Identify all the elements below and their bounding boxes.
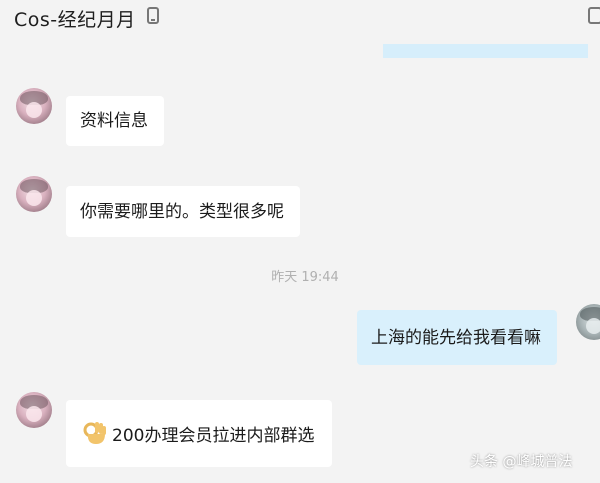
message-bubble-incoming[interactable]: 200办理会员拉进内部群选 (66, 400, 333, 467)
message-bubble-outgoing[interactable]: 上海的能先给我看看嘛 (357, 310, 557, 365)
contact-avatar[interactable] (16, 392, 52, 428)
contact-avatar[interactable] (16, 88, 52, 124)
chat-header: Cos-经纪月月 (0, 0, 600, 34)
timestamp-divider: 昨天 19:44 (271, 270, 339, 285)
watermark: 头条 @峰城普法 (470, 454, 573, 470)
more-icon[interactable] (588, 7, 600, 24)
message-text: 200办理会员拉进内部群选 (112, 426, 315, 446)
message-bubble-incoming[interactable]: 资料信息 (66, 96, 164, 146)
user-avatar[interactable] (576, 304, 600, 340)
phone-icon[interactable] (147, 7, 159, 24)
contact-name[interactable]: Cos-经纪月月 (14, 5, 136, 32)
message-text: 上海的能先给我看看嘛 (371, 328, 541, 348)
message-bubble-incoming[interactable]: 你需要哪里的。类型很多呢 (66, 186, 300, 237)
ok-hand-icon (83, 422, 106, 444)
contact-avatar[interactable] (16, 176, 52, 212)
outgoing-bubble-partial[interactable] (383, 44, 588, 58)
message-text: 你需要哪里的。类型很多呢 (80, 202, 284, 222)
message-text: 资料信息 (80, 111, 148, 131)
